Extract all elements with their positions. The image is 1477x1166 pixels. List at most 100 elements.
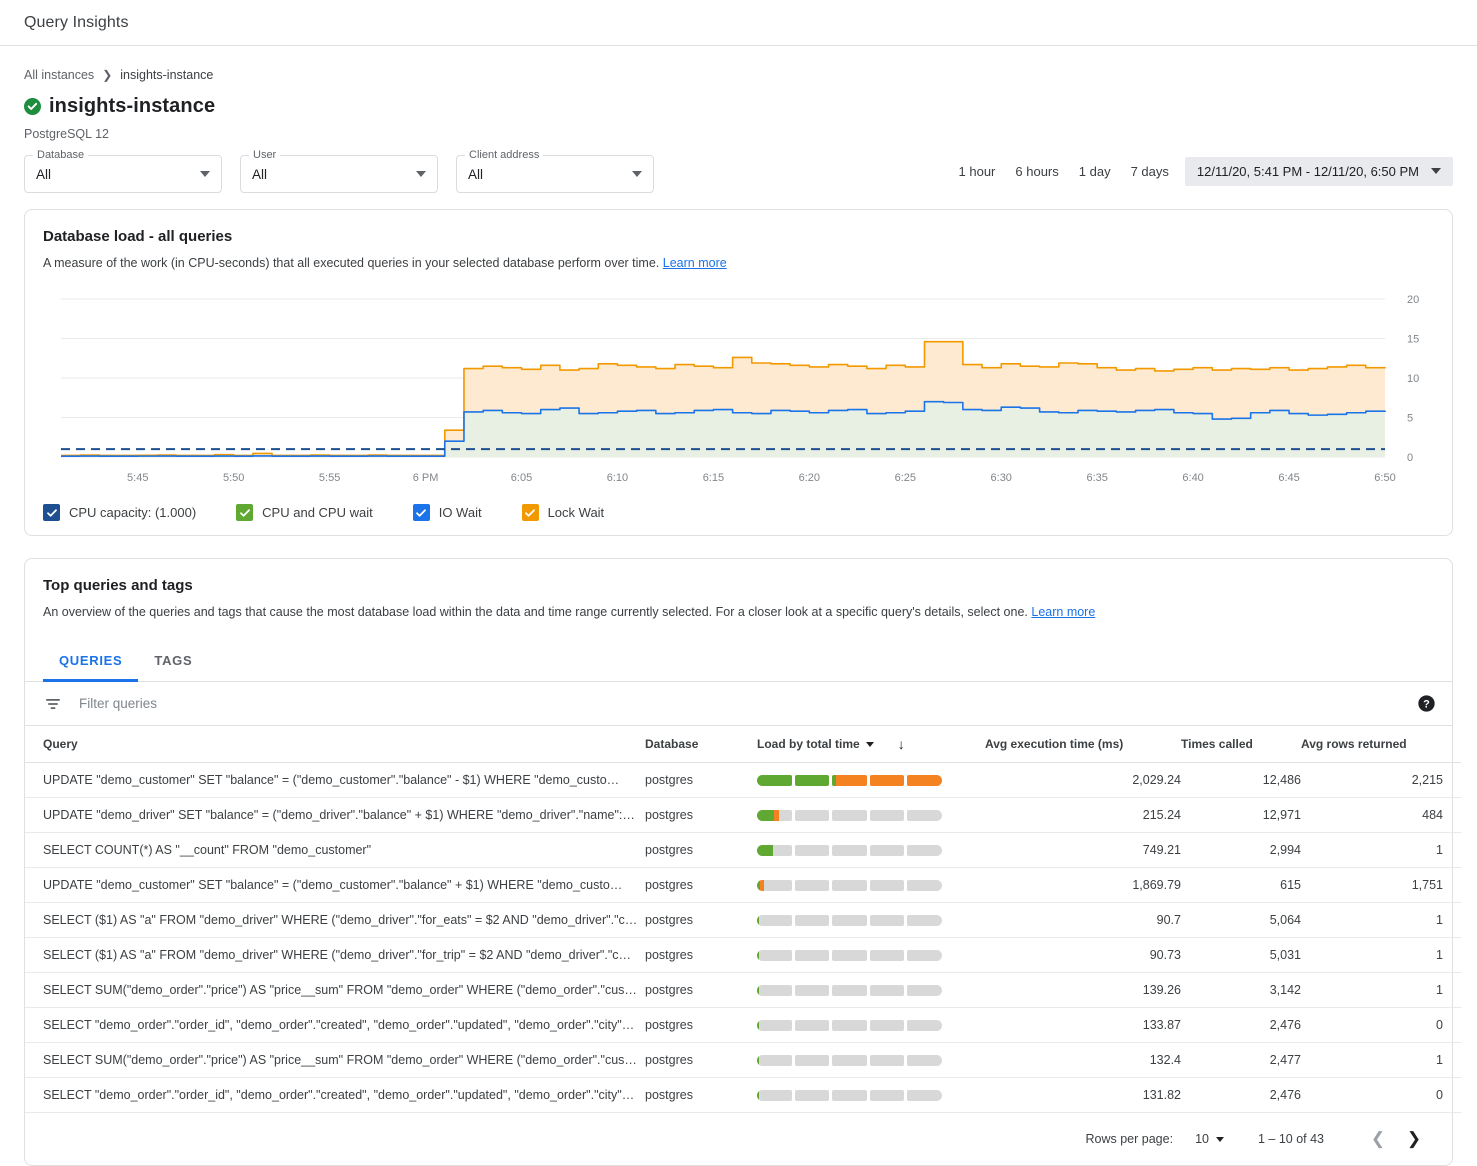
table-row[interactable]: SELECT "demo_order"."order_id", "demo_or… bbox=[25, 1078, 1461, 1113]
cell-query[interactable]: UPDATE "demo_customer" SET "balance" = (… bbox=[25, 763, 645, 798]
load-bar-fill-orange bbox=[870, 775, 905, 786]
legend-label-cpu-capacity: CPU capacity: (1.000) bbox=[69, 505, 196, 520]
cell-query[interactable]: SELECT SUM("demo_order"."price") AS "pri… bbox=[25, 1043, 645, 1078]
load-bar-segment bbox=[795, 985, 830, 996]
cell-query[interactable]: SELECT COUNT(*) AS "__count" FROM "demo_… bbox=[25, 833, 645, 868]
time-range-7-days[interactable]: 7 days bbox=[1121, 158, 1179, 185]
database-load-chart[interactable]: 051015205:455:505:556 PM6:056:106:156:20… bbox=[43, 285, 1434, 490]
load-bar bbox=[757, 985, 942, 996]
legend-checkbox-io-wait[interactable] bbox=[413, 504, 430, 521]
legend-checkbox-cpu-capacity[interactable] bbox=[43, 504, 60, 521]
cell-avg-execution-time: 90.73 bbox=[985, 938, 1181, 973]
load-bar-segment bbox=[907, 1090, 942, 1101]
cell-database: postgres bbox=[645, 833, 757, 868]
load-bar-segment bbox=[795, 775, 830, 786]
table-row[interactable]: SELECT ($1) AS "a" FROM "demo_driver" WH… bbox=[25, 938, 1461, 973]
table-row[interactable]: SELECT SUM("demo_order"."price") AS "pri… bbox=[25, 1043, 1461, 1078]
load-bar-segment bbox=[870, 1020, 905, 1031]
cell-avg-execution-time: 749.21 bbox=[985, 833, 1181, 868]
legend-item-cpu-capacity[interactable]: CPU capacity: (1.000) bbox=[43, 504, 196, 521]
database-select[interactable]: Database All bbox=[24, 155, 222, 193]
load-bar-segment bbox=[795, 845, 830, 856]
sort-descending-icon[interactable]: ↓ bbox=[898, 737, 905, 751]
load-bar-segment bbox=[870, 985, 905, 996]
column-header-query[interactable]: Query bbox=[25, 726, 645, 763]
load-bar bbox=[757, 950, 942, 961]
time-range-6-hours[interactable]: 6 hours bbox=[1005, 158, 1068, 185]
database-load-learn-more-link[interactable]: Learn more bbox=[663, 256, 727, 270]
client-address-select[interactable]: Client address All bbox=[456, 155, 654, 193]
cell-avg-rows-returned: 1 bbox=[1301, 973, 1461, 1008]
load-bar-segment bbox=[757, 1020, 792, 1031]
cell-times-called: 5,064 bbox=[1181, 903, 1301, 938]
chevron-down-icon bbox=[632, 171, 642, 177]
page-title: insights-instance bbox=[49, 95, 215, 118]
query-text: SELECT "demo_order"."order_id", "demo_or… bbox=[43, 1088, 643, 1102]
table-row[interactable]: UPDATE "demo_customer" SET "balance" = (… bbox=[25, 763, 1461, 798]
table-row[interactable]: UPDATE "demo_driver" SET "balance" = ("d… bbox=[25, 798, 1461, 833]
column-header-database[interactable]: Database bbox=[645, 726, 757, 763]
load-bar-fill-green bbox=[757, 810, 774, 821]
legend-item-io-wait[interactable]: IO Wait bbox=[413, 504, 482, 521]
cell-avg-rows-returned: 484 bbox=[1301, 798, 1461, 833]
cell-times-called: 3,142 bbox=[1181, 973, 1301, 1008]
legend-label-cpu-and-cpu-wait: CPU and CPU wait bbox=[262, 505, 373, 520]
load-bar-segment bbox=[870, 880, 905, 891]
legend-item-cpu-and-cpu-wait[interactable]: CPU and CPU wait bbox=[236, 504, 373, 521]
table-row[interactable]: SELECT ($1) AS "a" FROM "demo_driver" WH… bbox=[25, 903, 1461, 938]
top-queries-learn-more-link[interactable]: Learn more bbox=[1031, 605, 1095, 619]
cell-avg-execution-time: 131.82 bbox=[985, 1078, 1181, 1113]
cell-query[interactable]: SELECT "demo_order"."order_id", "demo_or… bbox=[25, 1008, 645, 1043]
column-header-times-called[interactable]: Times called bbox=[1181, 726, 1301, 763]
table-row[interactable]: SELECT "demo_order"."order_id", "demo_or… bbox=[25, 1008, 1461, 1043]
column-header-load-by-total-time[interactable]: Load by total time ↓ bbox=[757, 726, 985, 763]
legend-item-lock-wait[interactable]: Lock Wait bbox=[522, 504, 605, 521]
legend-checkbox-lock-wait[interactable] bbox=[522, 504, 539, 521]
top-queries-and-tags-card: Top queries and tags An overview of the … bbox=[24, 558, 1453, 1166]
filter-list-icon[interactable] bbox=[43, 694, 63, 714]
chart-x-tick-label: 5:45 bbox=[127, 472, 148, 484]
load-bar-fill-green bbox=[757, 845, 773, 856]
time-range-1-day[interactable]: 1 day bbox=[1069, 158, 1121, 185]
rows-per-page-select[interactable]: 10 bbox=[1195, 1132, 1224, 1146]
breadcrumb-current[interactable]: insights-instance bbox=[120, 68, 213, 82]
chevron-down-icon[interactable] bbox=[866, 742, 874, 747]
load-bar-segment bbox=[757, 845, 792, 856]
cell-database: postgres bbox=[645, 1043, 757, 1078]
table-row[interactable]: SELECT SUM("demo_order"."price") AS "pri… bbox=[25, 973, 1461, 1008]
cell-query[interactable]: SELECT ($1) AS "a" FROM "demo_driver" WH… bbox=[25, 938, 645, 973]
help-circle-icon[interactable]: ? bbox=[1417, 694, 1436, 713]
legend-label-io-wait: IO Wait bbox=[439, 505, 482, 520]
chart-x-tick-label: 6:45 bbox=[1278, 472, 1299, 484]
cell-query[interactable]: SELECT "demo_order"."order_id", "demo_or… bbox=[25, 1078, 645, 1113]
svg-text:?: ? bbox=[1423, 699, 1430, 711]
load-bar-segment bbox=[907, 880, 942, 891]
load-bar-fill-green bbox=[757, 1020, 759, 1031]
cell-query[interactable]: UPDATE "demo_driver" SET "balance" = ("d… bbox=[25, 798, 645, 833]
custom-time-range-picker[interactable]: 12/11/20, 5:41 PM - 12/11/20, 6:50 PM bbox=[1185, 157, 1453, 186]
user-select[interactable]: User All bbox=[240, 155, 438, 193]
cell-avg-rows-returned: 1 bbox=[1301, 1043, 1461, 1078]
cell-load-bar bbox=[757, 1008, 985, 1043]
table-row[interactable]: UPDATE "demo_customer" SET "balance" = (… bbox=[25, 868, 1461, 903]
column-header-avg-rows-returned[interactable]: Avg rows returned bbox=[1301, 726, 1461, 763]
cell-database: postgres bbox=[645, 903, 757, 938]
legend-checkbox-cpu-and-cpu-wait[interactable] bbox=[236, 504, 253, 521]
cell-query[interactable]: SELECT SUM("demo_order"."price") AS "pri… bbox=[25, 973, 645, 1008]
load-bar-segment bbox=[832, 810, 867, 821]
cell-query[interactable]: UPDATE "demo_customer" SET "balance" = (… bbox=[25, 868, 645, 903]
load-bar-segment bbox=[757, 880, 792, 891]
load-bar-segment bbox=[757, 1090, 792, 1101]
load-bar-segment bbox=[832, 950, 867, 961]
load-bar-segment bbox=[870, 775, 905, 786]
cell-query[interactable]: SELECT ($1) AS "a" FROM "demo_driver" WH… bbox=[25, 903, 645, 938]
cell-avg-rows-returned: 1 bbox=[1301, 903, 1461, 938]
column-header-avg-execution-time[interactable]: Avg execution time (ms) bbox=[985, 726, 1181, 763]
tab-queries[interactable]: QUERIES bbox=[43, 641, 138, 682]
filter-queries-input[interactable] bbox=[77, 695, 1417, 712]
table-row[interactable]: SELECT COUNT(*) AS "__count" FROM "demo_… bbox=[25, 833, 1461, 868]
tab-tags[interactable]: TAGS bbox=[138, 641, 208, 682]
filter-selects: Database All User All Client address All bbox=[24, 155, 654, 193]
time-range-1-hour[interactable]: 1 hour bbox=[949, 158, 1006, 185]
breadcrumb-all-instances[interactable]: All instances bbox=[24, 68, 94, 82]
